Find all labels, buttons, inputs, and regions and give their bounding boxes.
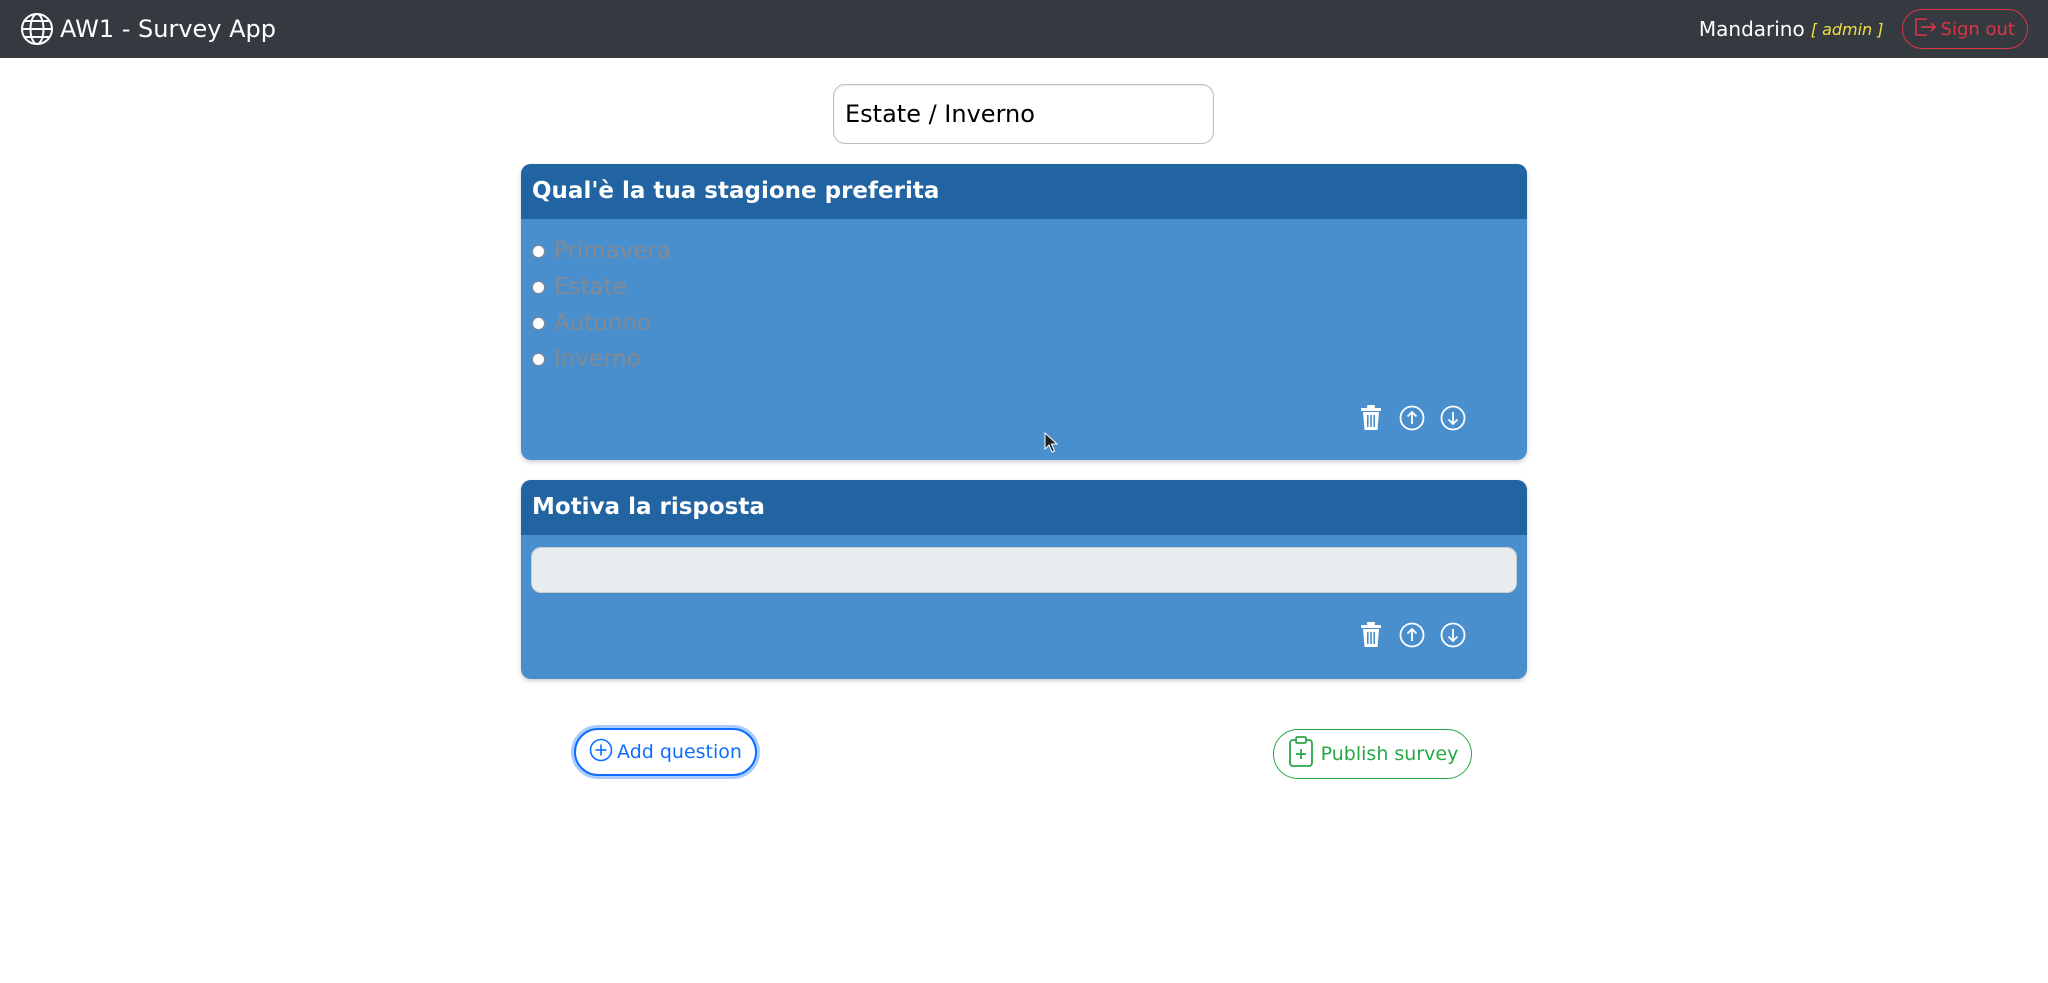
add-question-label: Add question	[617, 741, 742, 763]
move-up-icon[interactable]	[1398, 621, 1426, 649]
question-actions	[1344, 404, 1467, 432]
sign-out-label: Sign out	[1940, 18, 2015, 40]
option-label: Primavera	[554, 238, 672, 264]
mouse-cursor-icon	[1044, 431, 1059, 458]
sign-out-button[interactable]: Sign out	[1901, 9, 2028, 49]
clipboard-plus-icon	[1287, 735, 1321, 773]
radio-button[interactable]	[532, 352, 545, 366]
option-item[interactable]: Autunno	[532, 305, 1527, 341]
username: Mandarino	[1698, 17, 1805, 41]
radio-button[interactable]	[532, 316, 545, 330]
question-title: Motiva la risposta	[521, 480, 1527, 535]
globe-icon	[20, 12, 54, 46]
question-card: Motiva la risposta	[521, 480, 1527, 679]
question-actions	[1344, 621, 1467, 649]
trash-icon[interactable]	[1357, 621, 1385, 649]
option-label: Estate	[554, 274, 627, 300]
question-card: Qual'è la tua stagione preferita Primave…	[521, 164, 1527, 460]
options-list: Primavera Estate Autunno Inverno	[521, 219, 1527, 377]
radio-button[interactable]	[532, 244, 545, 258]
trash-icon[interactable]	[1357, 404, 1385, 432]
plus-circle-icon	[589, 738, 617, 767]
sign-out-icon	[1913, 17, 1941, 42]
option-item[interactable]: Estate	[532, 269, 1527, 305]
option-item[interactable]: Primavera	[532, 233, 1527, 269]
radio-button[interactable]	[532, 280, 545, 294]
option-label: Autunno	[554, 310, 652, 336]
move-up-icon[interactable]	[1398, 404, 1426, 432]
publish-survey-label: Publish survey	[1320, 743, 1459, 765]
app-brand[interactable]: AW1 - Survey App	[20, 12, 276, 46]
navbar: AW1 - Survey App Mandarino [ admin ] Sig…	[0, 0, 2048, 58]
move-down-icon[interactable]	[1439, 404, 1467, 432]
publish-survey-button[interactable]: Publish survey	[1273, 729, 1472, 779]
user-role-badge: [ admin ]	[1810, 19, 1884, 39]
option-label: Inverno	[554, 346, 641, 372]
move-down-icon[interactable]	[1439, 621, 1467, 649]
app-title: AW1 - Survey App	[60, 15, 277, 43]
user-area: Mandarino [ admin ] Sign out	[1699, 9, 2028, 49]
question-title: Qual'è la tua stagione preferita	[521, 164, 1527, 219]
option-item[interactable]: Inverno	[532, 341, 1527, 377]
open-answer-field[interactable]	[531, 547, 1517, 593]
add-question-button[interactable]: Add question	[574, 728, 757, 776]
survey-title-input[interactable]	[833, 84, 1214, 144]
